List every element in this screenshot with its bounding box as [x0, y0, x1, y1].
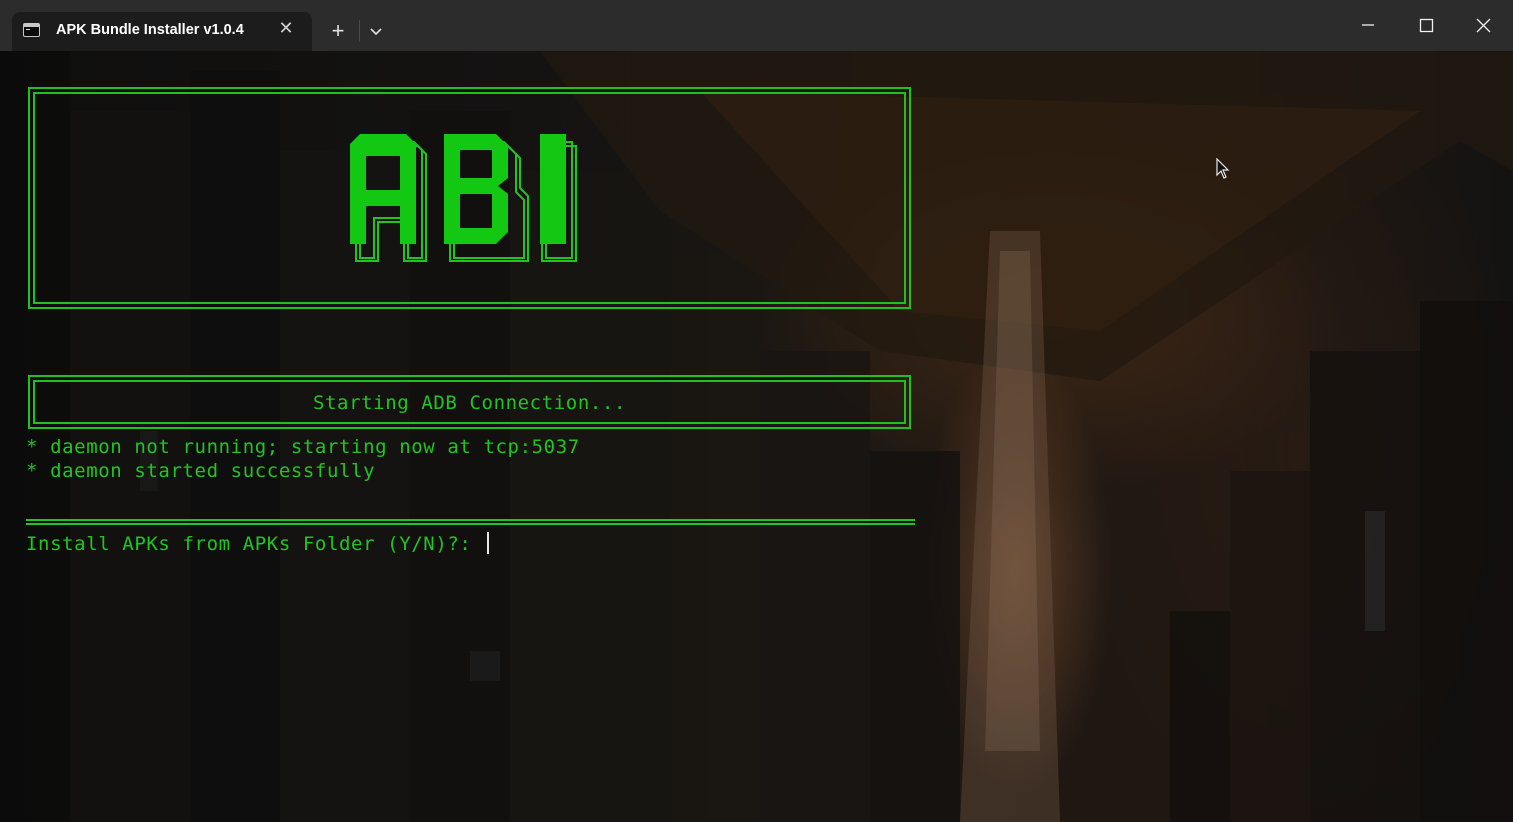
- minimize-button[interactable]: [1339, 0, 1397, 50]
- divider: [26, 519, 915, 525]
- prompt-text: Install APKs from APKs Folder (Y/N)?:: [26, 533, 484, 555]
- tab-separator: [359, 20, 360, 42]
- terminal-pane[interactable]: Starting ADB Connection... * daemon not …: [0, 51, 1513, 822]
- terminal-icon: [23, 23, 40, 37]
- abi-logo: [350, 134, 577, 262]
- maximize-icon: [1419, 18, 1434, 33]
- status-message: Starting ADB Connection...: [312, 392, 626, 414]
- terminal-tab[interactable]: APK Bundle Installer v1.0.4 ✕: [12, 12, 312, 51]
- tab-dropdown-button[interactable]: [366, 20, 386, 42]
- status-frame: Starting ADB Connection...: [28, 375, 911, 429]
- log-line: * daemon started successfully: [26, 460, 376, 482]
- tab-title: APK Bundle Installer v1.0.4: [56, 22, 244, 38]
- maximize-button[interactable]: [1397, 0, 1455, 50]
- close-icon: [1476, 18, 1491, 33]
- close-button[interactable]: [1455, 0, 1513, 50]
- title-bar: APK Bundle Installer v1.0.4 ✕ +: [0, 0, 1513, 52]
- new-tab-button[interactable]: +: [326, 18, 350, 44]
- input-prompt[interactable]: Install APKs from APKs Folder (Y/N)?:: [26, 532, 490, 555]
- text-cursor: [487, 532, 490, 554]
- log-line: * daemon not running; starting now at tc…: [26, 436, 580, 458]
- mouse-pointer-icon: [1216, 158, 1230, 179]
- minimize-icon: [1362, 24, 1374, 26]
- chevron-down-icon: [370, 28, 382, 36]
- tab-close-button[interactable]: ✕: [276, 19, 296, 39]
